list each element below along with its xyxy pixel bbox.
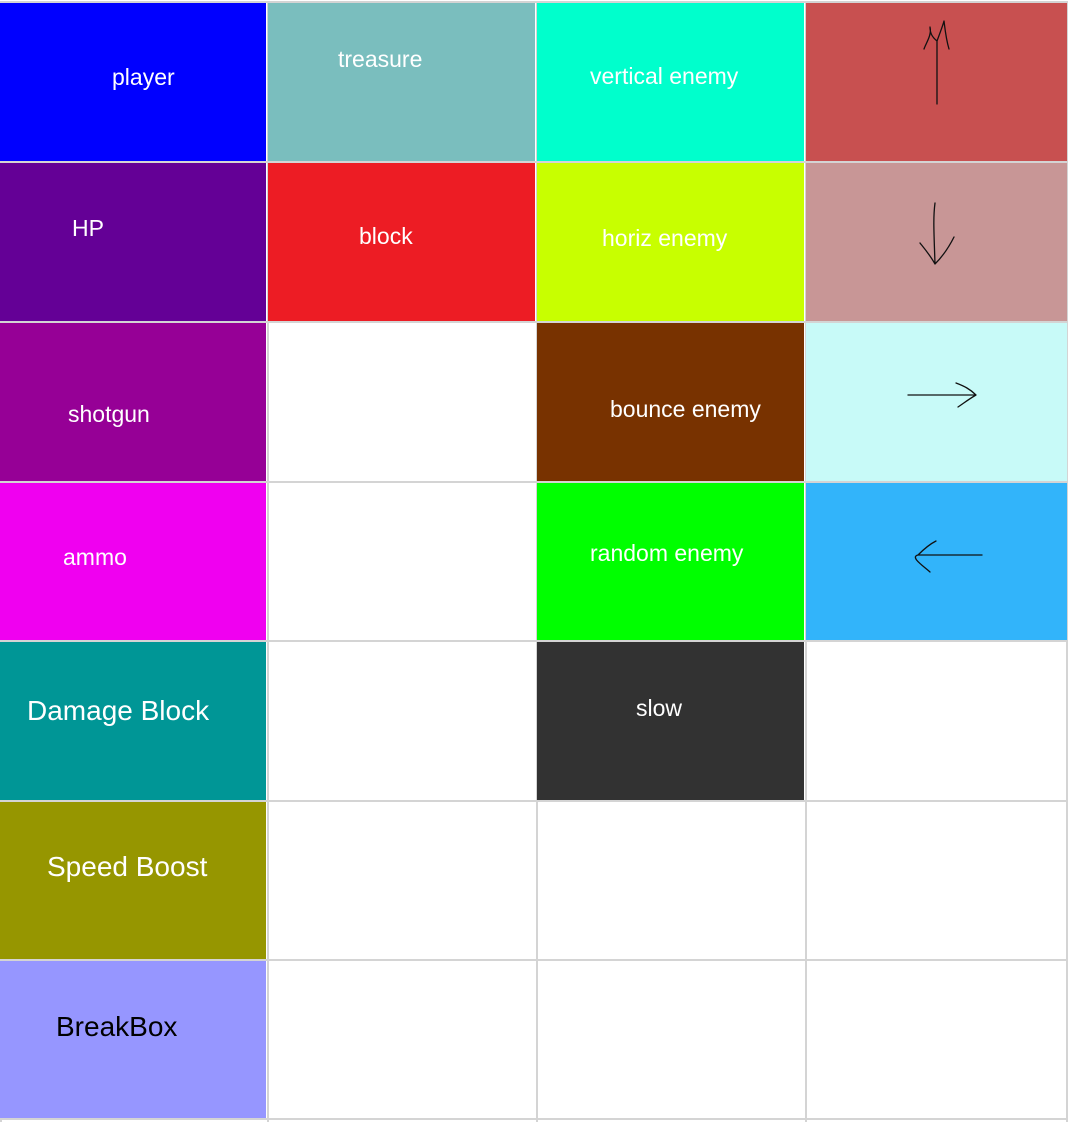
tile-label: Speed Boost [47, 851, 208, 882]
tile-label: Damage Block [27, 695, 210, 726]
tile-label: horiz enemy [602, 225, 728, 251]
tile-label: HP [72, 215, 104, 241]
tile-label: player [112, 64, 175, 90]
tile-bounce-enemy: bounce enemy [537, 323, 804, 481]
tile-label: block [359, 223, 413, 249]
tile-breakbox: BreakBox [0, 961, 266, 1118]
tile-arrow-left [806, 483, 1067, 640]
tile-arrow-right [806, 323, 1067, 481]
tile-label: treasure [338, 46, 423, 72]
tile-label: vertical enemy [590, 63, 739, 89]
tile-shotgun: shotgun [0, 323, 266, 481]
tile-speed-boost: Speed Boost [0, 802, 266, 959]
tile-vertical-enemy: vertical enemy [537, 3, 804, 161]
tile-damage-block: Damage Block [0, 642, 266, 800]
arrow-right-icon-stroke [907, 382, 977, 408]
tile-slow: slow [537, 642, 804, 800]
tile-random-enemy: random enemy [537, 483, 804, 640]
tile-ammo: ammo [0, 483, 266, 640]
tile-hp: HP [0, 163, 266, 321]
arrow-left-icon [914, 540, 983, 573]
tile-player: player [0, 3, 266, 161]
tile-arrow-up [806, 3, 1067, 161]
arrow-down-icon-stroke [919, 202, 955, 265]
tile-label: BreakBox [56, 1011, 178, 1042]
tile-block: block [268, 163, 535, 321]
tile-label: slow [636, 695, 683, 721]
color-legend-grid: player treasure vertical enemy HP block horiz… [0, 0, 1068, 1122]
grid-line-horizontal [0, 1118, 1068, 1120]
arrow-right-icon [907, 382, 977, 408]
arrow-left-icon-stroke [914, 540, 983, 573]
tile-horiz-enemy: horiz enemy [537, 163, 804, 321]
arrow-up-icon [923, 20, 950, 105]
tile-label: bounce enemy [610, 396, 761, 422]
tile-label: random enemy [590, 540, 744, 566]
tile-label: shotgun [68, 401, 150, 427]
arrow-down-icon [919, 202, 955, 265]
arrow-up-icon-stroke [923, 20, 950, 105]
tile-arrow-down [806, 163, 1067, 321]
tile-treasure: treasure [268, 3, 535, 161]
tile-label: ammo [63, 544, 127, 570]
